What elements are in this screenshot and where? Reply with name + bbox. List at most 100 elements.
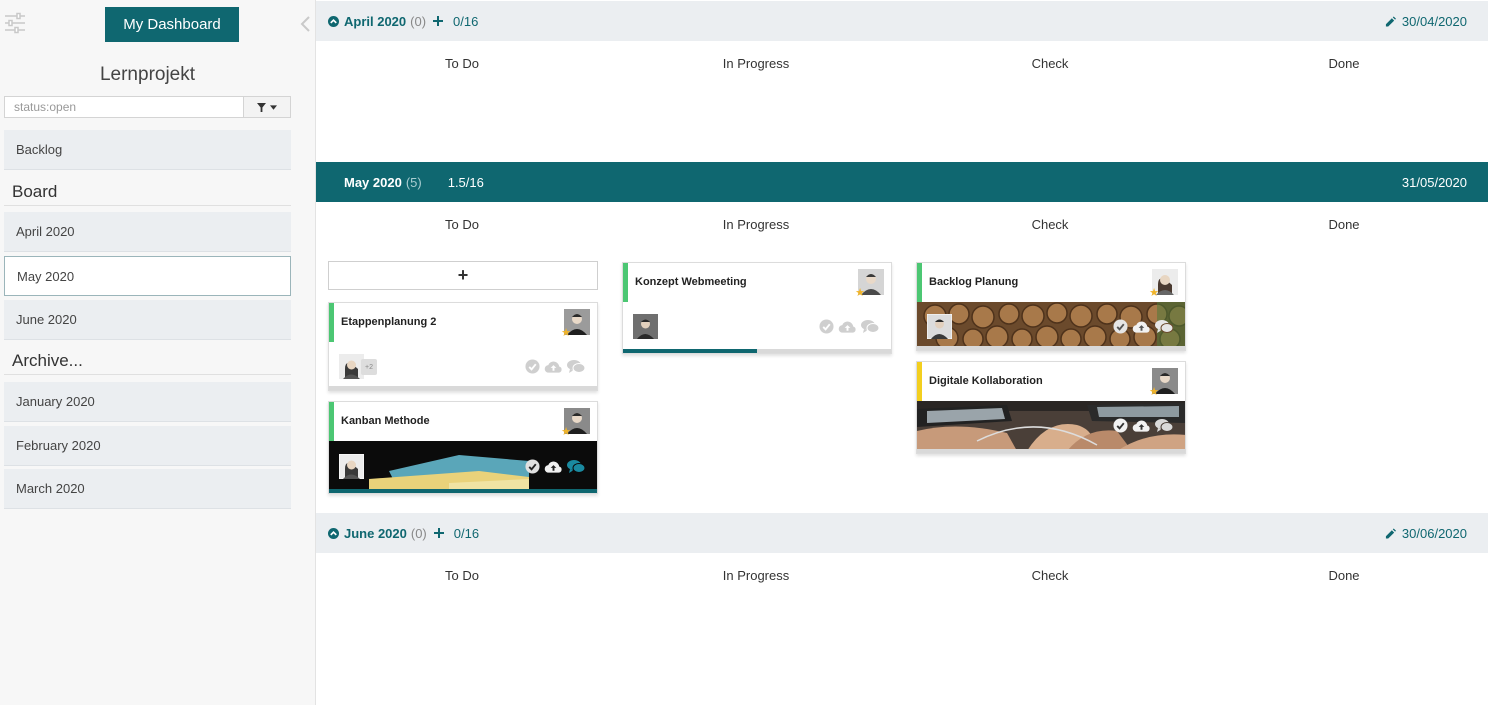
comments-icon[interactable] (567, 459, 585, 474)
sprint-bar-april[interactable]: April 2020 (0) 0/16 30/04/2020 (316, 1, 1488, 41)
card-progress (329, 386, 597, 390)
card-color-stripe (329, 303, 334, 342)
project-title: Lernprojekt (99, 64, 196, 85)
card-progress (917, 346, 1185, 350)
card-title: Konzept Webmeeting (635, 276, 747, 288)
sprint-bar-june[interactable]: June 2020 (0) 0/16 30/06/2020 (316, 513, 1488, 553)
comments-icon[interactable] (1155, 418, 1173, 433)
star-icon: ★ (561, 327, 571, 339)
more-assignees-badge[interactable]: +2 (361, 359, 377, 375)
column-todo: To Do (445, 56, 479, 71)
sprint-date[interactable]: 31/05/2020 (1402, 175, 1467, 190)
cloud-upload-icon[interactable] (838, 319, 857, 334)
comments-icon[interactable] (1155, 319, 1173, 334)
star-icon: ★ (855, 287, 865, 299)
card-actions (525, 359, 585, 374)
sidebar-item-april-2020[interactable]: April 2020 (4, 212, 291, 252)
column-headers-april: To Do In Progress Check Done (316, 56, 1488, 76)
comments-icon[interactable] (567, 359, 585, 374)
sprint-name: April 2020 (344, 13, 407, 29)
sprint-date-text: 30/04/2020 (1401, 13, 1467, 29)
star-icon: ★ (1149, 386, 1159, 398)
sprint-progress: 0/16 (453, 525, 480, 541)
chevron-circle-up-icon[interactable] (328, 527, 339, 539)
add-icon[interactable] (433, 528, 444, 538)
chevron-circle-up-icon[interactable] (328, 15, 339, 27)
column-todo: To Do (445, 568, 479, 583)
column-headers-may: To Do In Progress Check Done (316, 217, 1488, 237)
sprint-bar-may[interactable]: May 2020 (5) 1.5/16 31/05/2020 (316, 162, 1488, 202)
card-actions (819, 319, 879, 334)
card-progress (917, 449, 1185, 453)
add-card-button[interactable]: + (328, 261, 598, 290)
board-heading: Board (4, 182, 291, 206)
star-icon: ★ (561, 426, 571, 438)
avatar[interactable] (927, 314, 952, 339)
card-color-stripe (917, 362, 922, 401)
check-circle-icon[interactable] (525, 459, 540, 474)
cloud-upload-icon[interactable] (544, 359, 563, 374)
cloud-upload-icon[interactable] (1132, 319, 1151, 334)
column-done: Done (1328, 217, 1360, 232)
column-check: Check (1031, 568, 1069, 583)
card-etappenplanung[interactable]: Etappenplanung 2 ★ +2 (328, 302, 598, 391)
board-main: April 2020 (0) 0/16 30/04/2020 To Do In … (316, 0, 1488, 705)
check-circle-icon[interactable] (1113, 418, 1128, 433)
sprint-name: May 2020 (344, 174, 402, 190)
comments-icon[interactable] (861, 319, 879, 334)
sidebar: My Dashboard Lernprojekt Backlog Board A… (0, 0, 316, 705)
column-check: Check (1031, 217, 1069, 232)
sprint-date[interactable]: 30/04/2020 (1385, 14, 1467, 29)
column-headers-june: To Do In Progress Check Done (316, 568, 1488, 588)
card-progress (329, 489, 597, 493)
sprint-progress: 1.5/16 (447, 174, 484, 190)
add-icon[interactable] (433, 16, 444, 26)
card-color-stripe (623, 263, 628, 302)
column-check: Check (1031, 56, 1069, 71)
chevron-left-icon[interactable] (299, 15, 311, 33)
my-dashboard-button[interactable]: My Dashboard (105, 7, 239, 42)
avatar[interactable] (339, 454, 364, 479)
filter-input[interactable] (5, 97, 243, 117)
column-done: Done (1328, 56, 1360, 71)
card-title: Digitale Kollaboration (929, 375, 1043, 387)
card-kanban-methode[interactable]: Kanban Methode ★ (328, 401, 598, 494)
funnel-icon (257, 102, 266, 112)
sidebar-item-backlog[interactable]: Backlog (4, 130, 291, 170)
star-icon: ★ (1149, 287, 1159, 299)
avatar[interactable] (633, 314, 658, 339)
filter-dropdown-button[interactable] (243, 97, 290, 117)
card-actions (1113, 319, 1173, 334)
sidebar-item-march-2020[interactable]: March 2020 (4, 469, 291, 509)
card-actions (525, 459, 585, 474)
card-title: Etappenplanung 2 (341, 316, 437, 328)
card-konzept-webmeeting[interactable]: Konzept Webmeeting ★ (622, 262, 892, 354)
archive-heading[interactable]: Archive... (4, 351, 291, 375)
card-color-stripe (917, 263, 922, 302)
card-digitale-kollaboration[interactable]: Digitale Kollaboration ★ (916, 361, 1186, 454)
filter-bar (4, 96, 291, 118)
cloud-upload-icon[interactable] (1132, 418, 1151, 433)
sprint-date-text: 30/06/2020 (1401, 525, 1467, 541)
caret-down-icon (270, 104, 277, 110)
card-backlog-planung[interactable]: Backlog Planung ★ (916, 262, 1186, 351)
column-in-progress: In Progress (722, 217, 790, 232)
check-circle-icon[interactable] (1113, 319, 1128, 334)
check-circle-icon[interactable] (819, 319, 834, 334)
card-title: Kanban Methode (341, 415, 430, 427)
card-actions (1113, 418, 1173, 433)
sidebar-item-may-2020[interactable]: May 2020 (4, 256, 291, 296)
sidebar-item-june-2020[interactable]: June 2020 (4, 300, 291, 340)
settings-sliders-icon[interactable] (4, 12, 26, 34)
card-color-stripe (329, 402, 334, 441)
sidebar-item-february-2020[interactable]: February 2020 (4, 426, 291, 466)
cloud-upload-icon[interactable] (544, 459, 563, 474)
sprint-name: June 2020 (344, 525, 407, 541)
sprint-progress: 0/16 (453, 13, 479, 29)
sprint-count: (5) (405, 174, 422, 190)
sprint-count: (0) (410, 13, 427, 29)
sprint-date[interactable]: 30/06/2020 (1385, 526, 1467, 541)
check-circle-icon[interactable] (525, 359, 540, 374)
sidebar-item-january-2020[interactable]: January 2020 (4, 382, 291, 422)
pencil-icon (1385, 15, 1396, 27)
